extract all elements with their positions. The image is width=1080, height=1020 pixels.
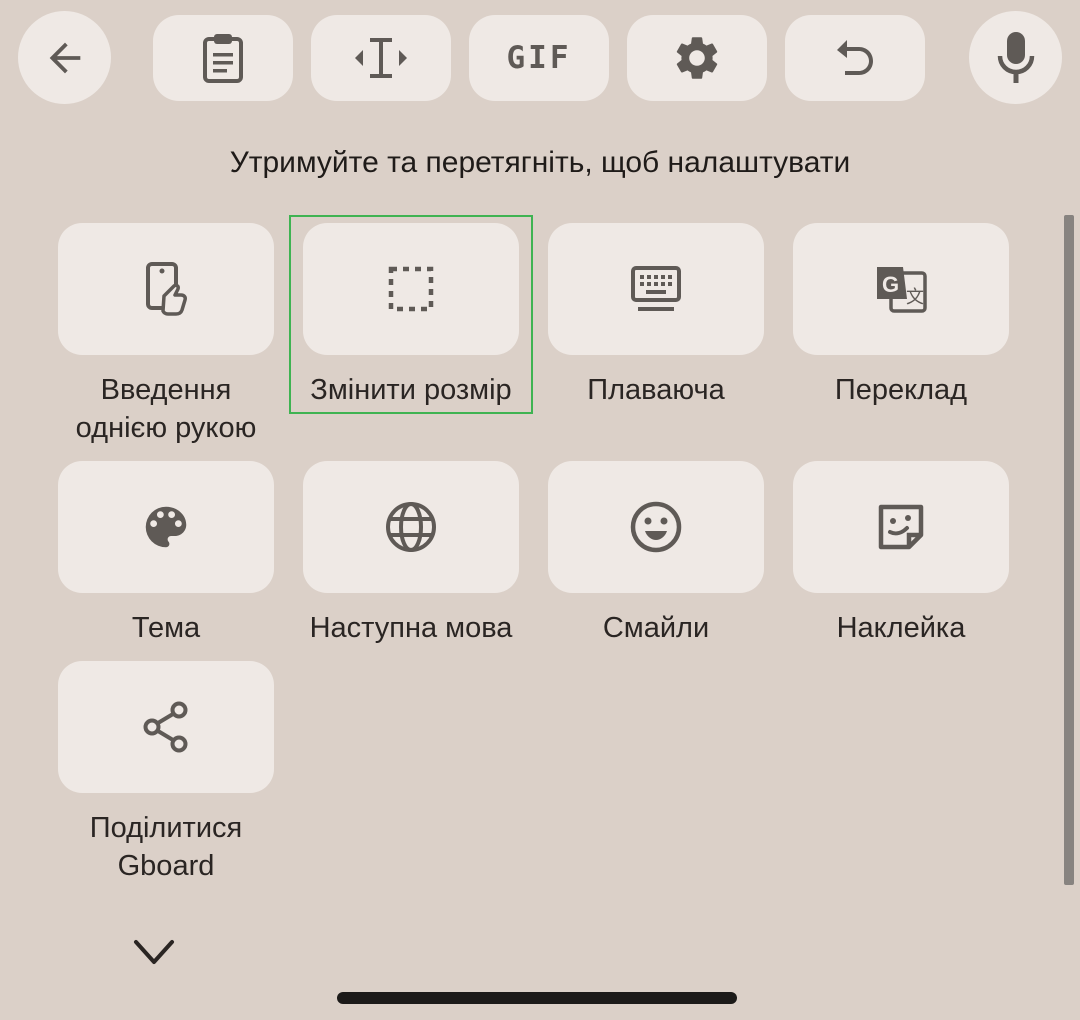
tile-floating-label: Плаваюча [587, 374, 725, 406]
tile-next-language[interactable]: Наступна мова [303, 461, 519, 647]
tile-sticker[interactable]: Наклейка [793, 461, 1009, 647]
floating-keyboard-icon [630, 265, 682, 313]
tile-emoji-label: Смайли [602, 612, 710, 644]
one-handed-icon [142, 262, 190, 316]
gear-icon [671, 32, 723, 84]
tile-sticker-label: Наклейка [836, 612, 966, 644]
scrollbar[interactable] [1064, 215, 1074, 885]
tile-share-gboard-button[interactable] [58, 661, 274, 793]
tile-one-handed-label: Введення однією рукою [75, 374, 257, 444]
tile-translate-button[interactable]: G 文 [793, 223, 1009, 355]
tile-theme[interactable]: Тема [58, 461, 274, 647]
tile-one-handed[interactable]: Введення однією рукою [58, 223, 274, 447]
tile-share-gboard[interactable]: Поділитися Gboard [58, 661, 274, 885]
svg-text:文: 文 [906, 287, 924, 308]
clipboard-icon [200, 31, 246, 85]
collapse-button[interactable] [128, 930, 180, 974]
translate-icon: G 文 [873, 263, 929, 315]
tile-translate-label: Переклад [834, 374, 968, 406]
tile-floating-button[interactable] [548, 223, 764, 355]
home-indicator[interactable] [337, 992, 737, 1004]
text-editing-button[interactable] [311, 15, 451, 101]
tile-next-language-button[interactable] [303, 461, 519, 593]
selection-highlight [289, 215, 533, 414]
clipboard-button[interactable] [153, 15, 293, 101]
tile-theme-button[interactable] [58, 461, 274, 593]
palette-icon [139, 500, 193, 554]
tile-emoji[interactable]: Смайли [548, 461, 764, 647]
voice-input-button[interactable] [969, 11, 1062, 104]
svg-text:G: G [882, 272, 899, 297]
tile-theme-label: Тема [131, 612, 201, 644]
globe-icon [384, 500, 438, 554]
text-cursor-icon [351, 34, 411, 82]
tile-emoji-button[interactable] [548, 461, 764, 593]
sticker-icon [875, 501, 927, 553]
microphone-icon [996, 30, 1036, 86]
gif-label: GIF [506, 40, 572, 76]
back-button[interactable] [18, 11, 111, 104]
gif-button[interactable]: GIF [469, 15, 609, 101]
share-icon [141, 700, 191, 754]
back-arrow-icon [42, 35, 88, 81]
settings-button[interactable] [627, 15, 767, 101]
chevron-down-icon [132, 937, 176, 967]
tile-translate[interactable]: G 文 Переклад [793, 223, 1009, 409]
undo-button[interactable] [785, 15, 925, 101]
tile-next-language-label: Наступна мова [309, 612, 513, 644]
tile-floating[interactable]: Плаваюча [548, 223, 764, 409]
smiley-icon [629, 500, 683, 554]
tile-share-gboard-label: Поділитися Gboard [89, 812, 243, 882]
undo-icon [831, 36, 879, 80]
customize-hint: Утримуйте та перетягніть, щоб налаштуват… [229, 146, 851, 179]
tile-one-handed-button[interactable] [58, 223, 274, 355]
tile-sticker-button[interactable] [793, 461, 1009, 593]
